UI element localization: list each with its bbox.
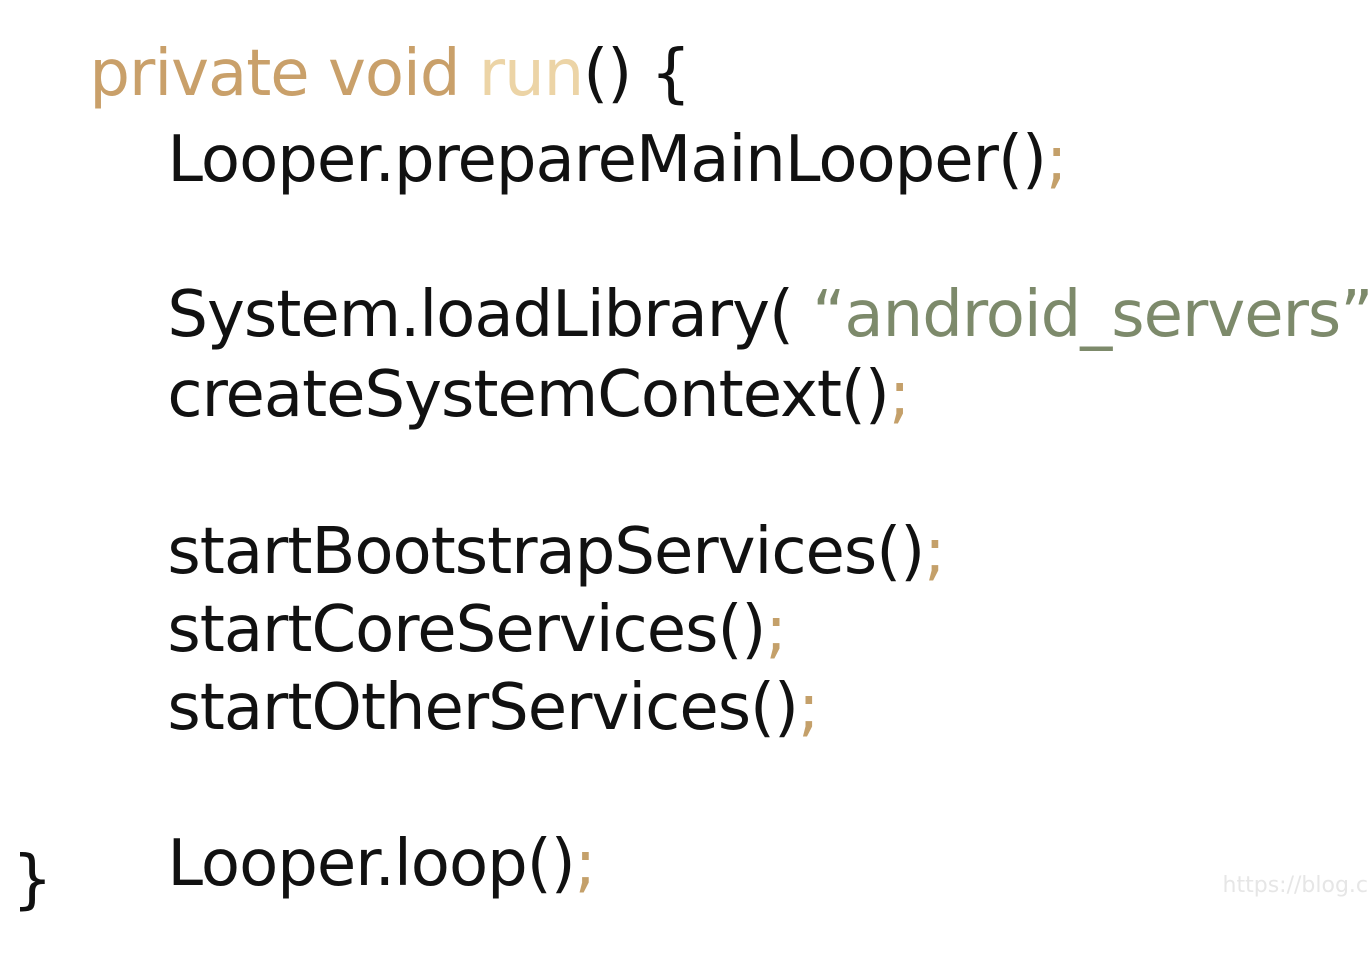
statement-semicolon: ; — [574, 827, 597, 901]
statement-semicolon: ; — [888, 358, 911, 432]
closing-brace: } — [12, 843, 53, 917]
statement-call: Looper.prepareMainLooper() — [167, 123, 1047, 197]
code-slide: private void run() { Looper.prepareMainL… — [0, 0, 1368, 944]
statement-call: startOtherServices() — [167, 671, 799, 745]
statement-semicolon: ; — [797, 671, 820, 745]
code-line-looper-loop: Looper.loop(); — [90, 768, 597, 960]
watermark: https://blog.c — [1222, 873, 1368, 898]
statement-call: Looper.loop() — [167, 827, 575, 901]
statement-call: createSystemContext() — [167, 358, 889, 432]
statement-semicolon: ; — [1045, 123, 1068, 197]
statement-semicolon: ; — [924, 515, 946, 589]
